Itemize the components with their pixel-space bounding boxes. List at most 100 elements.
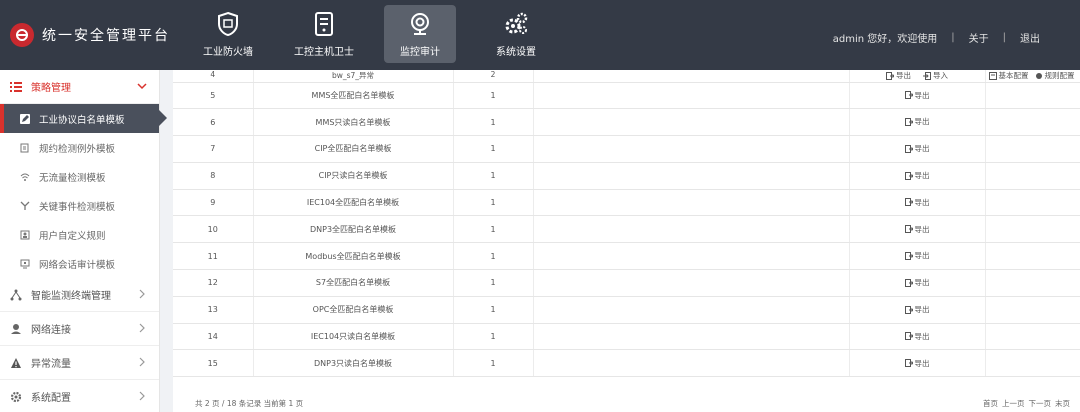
cell-extra-operations	[985, 242, 1080, 271]
import-icon	[923, 71, 931, 80]
cell-operations: 导出	[849, 108, 986, 137]
export-icon	[904, 91, 913, 100]
menu-group-abnormal-traffic[interactable]: 异常流量	[0, 346, 159, 380]
export-icon	[904, 171, 913, 180]
cell-template-name: CIP只读白名单模板	[253, 162, 454, 190]
cell-description	[533, 162, 850, 190]
import-button[interactable]: 导入	[923, 70, 948, 81]
op-label: 导入	[933, 71, 948, 80]
export-button[interactable]: 导出	[904, 358, 930, 369]
camera-icon	[411, 12, 429, 35]
export-button[interactable]: 导出	[886, 70, 911, 81]
sidebar-item-key-event[interactable]: 关键事件检测模板	[0, 191, 159, 220]
op-label: 导出	[914, 278, 930, 288]
pagination-summary: 共 2 页 / 18 条记录 当前第 1 页	[195, 399, 304, 408]
cell-template-name: bw_s7_异常	[253, 70, 454, 83]
user-greeting: admin 您好，欢迎使用	[832, 34, 938, 45]
sidebar-item-no-traffic[interactable]: 无流量检测模板	[0, 162, 159, 191]
sidebar-item-label: 规约检测例外模板	[39, 143, 116, 155]
table-row: 14 IEC104只读白名单模板 1 导出	[173, 323, 1080, 351]
export-button[interactable]: 导出	[904, 277, 930, 288]
table-row: 15 DNP3只读白名单模板 1 导出	[173, 349, 1080, 378]
network-icon	[10, 289, 22, 301]
sidebar-item-label: 关键事件检测模板	[39, 201, 116, 213]
cell-operations: 导出	[849, 162, 986, 190]
cell-description	[533, 70, 850, 83]
cell-count: 1	[453, 162, 534, 190]
cell-no: 12	[173, 269, 254, 297]
menu-group-label: 异常流量	[31, 359, 71, 370]
sidebar-item-label: 无流量检测模板	[39, 172, 106, 184]
cell-operations: 导出	[849, 269, 986, 297]
nav-host-guard[interactable]: 工控主机卫士	[288, 5, 360, 63]
rule-config-button[interactable]: 规则配置	[1035, 70, 1075, 81]
about-link[interactable]: 关于	[969, 30, 989, 45]
export-button[interactable]: 导出	[904, 116, 930, 127]
cell-no: 8	[173, 162, 254, 190]
menu-group-label: 策略管理	[31, 83, 71, 94]
export-icon	[886, 71, 894, 80]
export-icon	[904, 359, 913, 368]
cell-no: 7	[173, 135, 254, 163]
sidebar-item-protocol-whitelist[interactable]: 工业协议白名单模板	[0, 104, 167, 133]
table-row: 12 S7全匹配白名单模板 1 导出	[173, 269, 1080, 297]
cell-operations: 导出	[849, 242, 986, 271]
nav-system-settings[interactable]: 系统设置	[480, 5, 552, 63]
export-icon	[904, 332, 913, 341]
menu-group-network[interactable]: 网络连接	[0, 312, 159, 346]
brand: 统一安全管理平台	[10, 22, 170, 48]
menu-group-terminal[interactable]: 智能监测终端管理	[0, 278, 159, 312]
nav-monitor-audit[interactable]: 监控审计	[384, 5, 456, 63]
basic-config-button[interactable]: 基本配置	[988, 70, 1029, 81]
cell-count: 1	[453, 215, 534, 244]
export-button[interactable]: 导出	[904, 90, 930, 101]
cell-description	[533, 189, 850, 217]
cell-no: 13	[173, 296, 254, 324]
table-row: 10 DNP3全匹配白名单模板 1 导出	[173, 215, 1080, 244]
sidebar-item-session-audit[interactable]: 网络会话审计模板	[0, 249, 159, 278]
last-page-link[interactable]: 末页	[1055, 398, 1070, 409]
template-table-panel: 4bw_s7_异常2导出导入基本配置规则配置删除5MMS全匹配白名单模板1导出6…	[173, 70, 1080, 412]
export-icon	[904, 117, 913, 126]
warning-icon	[10, 357, 22, 369]
logout-link[interactable]: 退出	[1020, 30, 1040, 45]
cell-count: 1	[453, 242, 534, 271]
divider: |	[951, 32, 955, 43]
cell-description	[533, 349, 850, 378]
export-button[interactable]: 导出	[904, 197, 930, 208]
export-icon	[904, 251, 913, 260]
table-row: 13 OPC全匹配白名单模板 1 导出	[173, 296, 1080, 324]
cell-operations: 导出	[849, 349, 986, 378]
sidebar-item-user-rule[interactable]: 用户自定义规则	[0, 220, 159, 249]
cell-extra-operations	[985, 323, 1080, 351]
cell-template-name: S7全匹配白名单模板	[253, 269, 454, 297]
nav-label: 监控审计	[400, 46, 440, 58]
cell-template-name: CIP全匹配白名单模板	[253, 135, 454, 163]
export-button[interactable]: 导出	[904, 143, 930, 154]
sidebar-item-protocol-exception[interactable]: 规约检测例外模板	[0, 133, 159, 162]
export-button[interactable]: 导出	[904, 304, 930, 315]
menu-group-system-config[interactable]: 系统配置	[0, 380, 159, 412]
next-page-link[interactable]: 下一页	[1029, 398, 1052, 409]
export-button[interactable]: 导出	[904, 250, 930, 261]
globe-icon	[10, 323, 22, 335]
prev-page-link[interactable]: 上一页	[1002, 398, 1025, 409]
brand-title: 统一安全管理平台	[42, 28, 170, 44]
menu-group-policy[interactable]: 策略管理	[0, 70, 159, 104]
cell-no: 10	[173, 215, 254, 244]
export-button[interactable]: 导出	[904, 331, 930, 342]
export-button[interactable]: 导出	[904, 224, 930, 235]
table-row: 4bw_s7_异常2导出导入基本配置规则配置删除	[173, 70, 1080, 83]
cell-operations: 导出	[849, 323, 986, 351]
export-button[interactable]: 导出	[904, 170, 930, 181]
cell-count: 1	[453, 189, 534, 217]
op-label: 导出	[914, 358, 930, 368]
nav-firewall[interactable]: 工业防火墙	[192, 5, 264, 63]
cell-count: 2	[453, 70, 534, 83]
cell-template-name: MMS全匹配白名单模板	[253, 82, 454, 110]
menu-group-label: 网络连接	[31, 325, 71, 336]
first-page-link[interactable]: 首页	[983, 398, 998, 409]
op-label: 导出	[914, 90, 930, 100]
list-icon	[10, 81, 22, 93]
chevron-right-icon	[139, 357, 145, 367]
